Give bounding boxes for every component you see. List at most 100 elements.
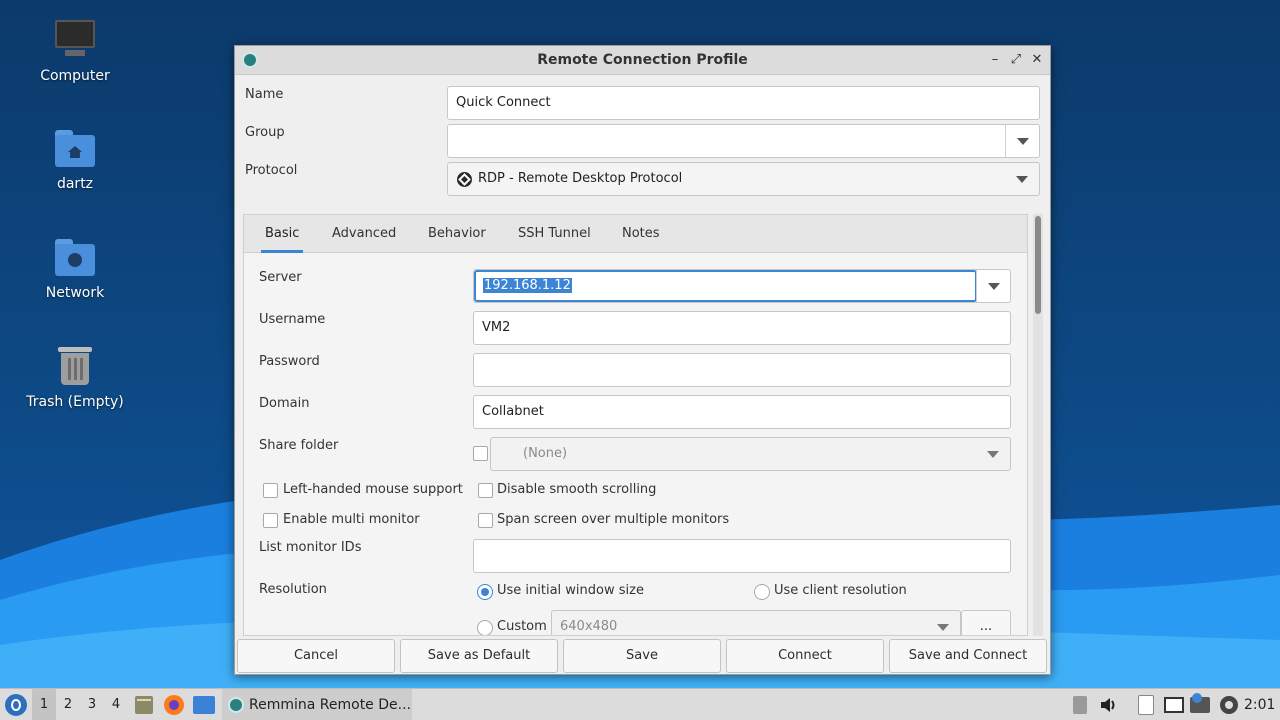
chevron-down-icon [1016, 176, 1028, 183]
username-label: Username [259, 312, 326, 327]
group-dropdown-button[interactable] [1005, 125, 1039, 157]
workspace-1[interactable]: 1 [32, 689, 56, 720]
workspace-2[interactable]: 2 [56, 689, 80, 720]
desktop-icon-label: Network [45, 285, 105, 301]
disable-smooth-scrolling-label: Disable smooth scrolling [497, 482, 657, 497]
share-folder-checkbox[interactable] [473, 446, 488, 461]
clock: 2:01 [1244, 697, 1276, 713]
use-initial-window-size-label: Use initial window size [497, 583, 644, 598]
chevron-down-icon [937, 624, 949, 631]
server-dropdown-button[interactable] [976, 270, 1010, 302]
tab-advanced[interactable]: Advanced [328, 215, 400, 253]
firefox-icon[interactable] [164, 695, 184, 715]
desktop-icon-home[interactable]: dartz [20, 126, 130, 192]
chevron-down-icon [987, 451, 999, 458]
username-field[interactable]: VM2 [473, 311, 1011, 345]
name-field[interactable]: Quick Connect [447, 86, 1040, 120]
use-client-resolution-radio[interactable] [754, 584, 770, 600]
computer-icon [53, 18, 97, 62]
close-button[interactable]: ✕ [1028, 51, 1046, 69]
tab-bar: Basic Advanced Behavior SSH Tunnel Notes [244, 215, 1027, 253]
notification-icon[interactable] [1190, 693, 1210, 713]
workspace-3[interactable]: 3 [80, 689, 104, 720]
protocol-value: RDP - Remote Desktop Protocol [478, 171, 683, 186]
tab-behavior[interactable]: Behavior [424, 215, 490, 253]
span-screen-checkbox[interactable] [478, 513, 493, 528]
server-value: 192.168.1.12 [483, 278, 572, 293]
domain-label: Domain [259, 396, 310, 411]
settings-gear-icon[interactable] [1220, 696, 1238, 714]
tab-basic[interactable]: Basic [261, 215, 304, 253]
settings-notebook: Basic Advanced Behavior SSH Tunnel Notes… [243, 214, 1028, 636]
tab-notes[interactable]: Notes [618, 215, 664, 253]
multi-monitor-label: Enable multi monitor [283, 512, 420, 527]
multi-monitor-checkbox[interactable] [263, 513, 278, 528]
use-initial-window-size-radio[interactable] [477, 584, 493, 600]
save-button[interactable]: Save [563, 639, 721, 673]
updates-icon[interactable] [1073, 696, 1087, 714]
cancel-button[interactable]: Cancel [237, 639, 395, 673]
share-folder-label: Share folder [259, 438, 339, 453]
window-titlebar[interactable]: Remote Connection Profile – ⤢ ✕ [235, 46, 1050, 75]
remmina-app-icon [228, 697, 244, 713]
custom-resolution-select[interactable]: 640x480 [551, 610, 961, 635]
group-combo[interactable] [447, 124, 1040, 158]
name-label: Name [245, 87, 284, 102]
monitor-ids-label: List monitor IDs [259, 540, 362, 555]
scrollbar-thumb[interactable] [1035, 216, 1041, 314]
protocol-select[interactable]: RDP - Remote Desktop Protocol [447, 162, 1040, 196]
group-label: Group [245, 125, 285, 140]
volume-icon[interactable] [1100, 697, 1116, 713]
trash-icon [53, 344, 97, 388]
server-label: Server [259, 270, 302, 285]
rdp-protocol-icon [457, 172, 472, 187]
clipboard-icon[interactable] [1138, 695, 1154, 715]
desktop-icon-label: Computer [40, 68, 110, 84]
tab-ssh-tunnel[interactable]: SSH Tunnel [514, 215, 595, 253]
task-label: Remmina Remote De... [249, 697, 411, 713]
desktop-icon-computer[interactable]: Computer [20, 18, 130, 84]
display-icon[interactable] [1164, 697, 1184, 713]
custom-resolution-value: 640x480 [560, 619, 618, 634]
window-title: Remote Connection Profile [537, 52, 748, 68]
desktop-icon-label: Trash (Empty) [26, 394, 124, 410]
notebook-scrollbar[interactable] [1033, 214, 1043, 636]
monitor-ids-field[interactable] [473, 539, 1011, 573]
task-remmina[interactable]: Remmina Remote De... [222, 689, 412, 720]
start-menu-icon[interactable] [5, 694, 27, 716]
protocol-label: Protocol [245, 163, 298, 178]
desktop-icon-label: dartz [56, 176, 94, 192]
connect-button[interactable]: Connect [726, 639, 884, 673]
span-screen-label: Span screen over multiple monitors [497, 512, 730, 527]
password-label: Password [259, 354, 320, 369]
home-folder-icon [53, 126, 97, 170]
file-manager-icon[interactable] [135, 696, 153, 714]
server-input[interactable]: 192.168.1.12 [474, 270, 977, 302]
network-folder-icon [53, 235, 97, 279]
domain-field[interactable]: Collabnet [473, 395, 1011, 429]
resolution-label: Resolution [259, 582, 327, 597]
desktop-icon-network[interactable]: Network [20, 235, 130, 301]
disable-smooth-scrolling-checkbox[interactable] [478, 483, 493, 498]
server-combo: 192.168.1.12 [473, 269, 1011, 303]
remote-connection-profile-window: Remote Connection Profile – ⤢ ✕ Name Qui… [234, 45, 1051, 675]
save-and-connect-button[interactable]: Save and Connect [889, 639, 1047, 673]
edit-resolutions-button[interactable]: ... [961, 610, 1011, 635]
show-desktop-icon[interactable] [193, 696, 215, 714]
chevron-down-icon [1017, 138, 1029, 145]
left-handed-checkbox[interactable] [263, 483, 278, 498]
custom-resolution-label: Custom [497, 619, 547, 634]
custom-resolution-radio[interactable] [477, 620, 493, 635]
save-as-default-button[interactable]: Save as Default [400, 639, 558, 673]
maximize-button[interactable]: ⤢ [1007, 51, 1025, 69]
desktop-icon-trash[interactable]: Trash (Empty) [20, 344, 130, 410]
use-client-resolution-label: Use client resolution [774, 583, 907, 598]
share-folder-value: (None) [523, 446, 568, 461]
workspace-4[interactable]: 4 [104, 689, 128, 720]
chevron-down-icon [988, 283, 1000, 290]
password-field[interactable] [473, 353, 1011, 387]
share-folder-chooser[interactable]: (None) [490, 437, 1011, 471]
left-handed-label: Left-handed mouse support [283, 482, 463, 497]
taskbar: 1 2 3 4 Remmina Remote De... 2:01 [0, 688, 1280, 720]
minimize-button[interactable]: – [986, 51, 1004, 69]
